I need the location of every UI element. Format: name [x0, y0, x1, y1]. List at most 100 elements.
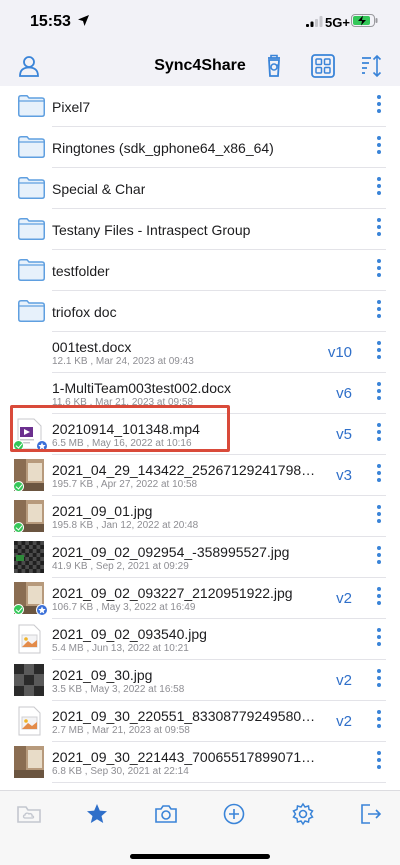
signal-strength-icon [306, 16, 323, 27]
file-meta: 6.8 KB , Sep 30, 2021 at 22:14 [52, 766, 189, 777]
more-options-icon[interactable] [374, 707, 384, 737]
status-time: 15:53 [30, 13, 71, 30]
home-indicator [130, 854, 270, 859]
folder-icon [18, 259, 45, 281]
file-name: 2021_09_30.jpg [52, 667, 153, 683]
camera-icon[interactable] [153, 801, 179, 827]
page-title: Sync4Share [154, 57, 246, 74]
more-options-icon[interactable] [374, 502, 384, 532]
folder-row[interactable]: Pixel7 [0, 86, 400, 127]
file-name: 2021_09_01.jpg [52, 503, 153, 519]
favorite-star-icon [36, 604, 48, 616]
file-row[interactable]: 2021_04_29_143422_2526712924179811... 195… [0, 455, 400, 496]
file-name: 001test.docx [52, 339, 132, 355]
cloud-folder-icon[interactable] [16, 801, 42, 827]
file-name: 1-MultiTeam003test002.docx [52, 380, 231, 396]
folder-icon [18, 177, 45, 199]
highlight-box [10, 405, 230, 452]
location-arrow-icon [78, 15, 89, 26]
more-options-icon[interactable] [374, 338, 384, 368]
recycle-bin-icon[interactable] [260, 52, 288, 80]
file-row[interactable]: 2021_09_30.jpg 3.5 KB , May 3, 2022 at 16… [0, 660, 400, 701]
file-row[interactable]: 001test.docx 12.1 KB , Mar 24, 2023 at 09… [0, 332, 400, 373]
synced-check-icon [13, 604, 24, 615]
folder-icon [18, 300, 45, 322]
file-meta: 5.4 MB , Jun 13, 2022 at 10:21 [52, 643, 189, 654]
more-options-icon[interactable] [374, 174, 384, 204]
row-divider [52, 782, 386, 783]
star-icon[interactable] [84, 801, 110, 827]
folder-row[interactable]: Testany Files - Intraspect Group [0, 209, 400, 250]
more-options-icon[interactable] [374, 748, 384, 778]
logout-icon[interactable] [358, 801, 384, 827]
file-row[interactable]: 2021_09_02_092954_-358995527.jpg 41.9 KB … [0, 537, 400, 578]
file-meta: 106.7 KB , May 3, 2022 at 16:49 [52, 602, 196, 613]
file-name: 2021_09_30_220551_833087792495800... [52, 708, 320, 724]
file-name: 2021_09_30_221443_7006551789907123... [52, 749, 320, 765]
file-name: 2021_09_02_092954_-358995527.jpg [52, 544, 290, 560]
more-options-icon[interactable] [374, 133, 384, 163]
file-meta: 195.8 KB , Jan 12, 2022 at 20:48 [52, 520, 199, 531]
folder-icon [18, 218, 45, 240]
version-link[interactable]: v3 [336, 467, 352, 484]
folder-icon [18, 95, 45, 117]
more-options-icon[interactable] [374, 584, 384, 614]
file-row[interactable]: 2021_09_01.jpg 195.8 KB , Jan 12, 2022 at… [0, 496, 400, 537]
image-thumbnail [14, 664, 44, 696]
more-options-icon[interactable] [374, 297, 384, 327]
more-options-icon[interactable] [374, 215, 384, 245]
file-meta: 2.7 MB , Mar 21, 2023 at 09:58 [52, 725, 190, 736]
file-row[interactable]: 2021_09_02_093540.jpg 5.4 MB , Jun 13, 20… [0, 619, 400, 660]
tab-bar [0, 790, 400, 865]
more-options-icon[interactable] [374, 666, 384, 696]
image-file-icon [18, 624, 41, 654]
network-type: 5G+ [325, 15, 350, 30]
more-options-icon[interactable] [374, 420, 384, 450]
version-link[interactable]: v2 [336, 590, 352, 607]
folder-name: Testany Files - Intraspect Group [52, 222, 251, 238]
folder-row[interactable]: triofox doc [0, 291, 400, 332]
file-meta: 3.5 KB , May 3, 2022 at 16:58 [52, 684, 185, 695]
file-row[interactable]: 2021_09_30_221443_7006551789907123... 6.8… [0, 742, 400, 783]
image-file-icon [18, 706, 41, 736]
version-link[interactable]: v2 [336, 672, 352, 689]
file-row[interactable]: 2021_09_30_220551_833087792495800... 2.7 … [0, 701, 400, 742]
file-meta: 195.7 KB , Apr 27, 2022 at 10:58 [52, 479, 198, 490]
folder-name: Special & Char [52, 181, 146, 197]
file-name: 2021_04_29_143422_2526712924179811... [52, 462, 320, 478]
folder-icon [18, 136, 45, 158]
more-options-icon[interactable] [374, 461, 384, 491]
file-name: 2021_09_02_093540.jpg [52, 626, 207, 642]
grid-view-icon[interactable] [309, 52, 337, 80]
version-link[interactable]: v5 [336, 426, 352, 443]
folder-name: Pixel7 [52, 99, 91, 115]
more-options-icon[interactable] [374, 543, 384, 573]
more-options-icon[interactable] [374, 379, 384, 409]
battery-charging-icon [351, 14, 378, 27]
folder-name: Ringtones (sdk_gphone64_x86_64) [52, 140, 274, 156]
more-options-icon[interactable] [374, 256, 384, 286]
file-row[interactable]: 2021_09_02_093227_2120951922.jpg 106.7 KB… [0, 578, 400, 619]
more-options-icon[interactable] [374, 625, 384, 655]
navigation-bar: Sync4Share [0, 46, 400, 86]
settings-gear-icon[interactable] [290, 801, 316, 827]
image-thumbnail [14, 541, 44, 573]
file-meta: 41.9 KB , Sep 2, 2021 at 09:29 [52, 561, 189, 572]
file-meta: 12.1 KB , Mar 24, 2023 at 09:43 [52, 356, 194, 367]
synced-check-icon [13, 522, 24, 533]
synced-check-icon [13, 481, 24, 492]
file-name: 2021_09_02_093227_2120951922.jpg [52, 585, 293, 601]
version-link[interactable]: v6 [336, 385, 352, 402]
image-thumbnail [14, 746, 44, 778]
add-circle-icon[interactable] [221, 801, 247, 827]
folder-row[interactable]: Ringtones (sdk_gphone64_x86_64) [0, 127, 400, 168]
folder-name: testfolder [52, 263, 110, 279]
folder-name: triofox doc [52, 304, 117, 320]
sort-icon[interactable] [358, 52, 386, 80]
version-link[interactable]: v10 [328, 344, 352, 361]
status-bar: 15:53 5G+ [0, 0, 400, 46]
folder-row[interactable]: Special & Char [0, 168, 400, 209]
folder-row[interactable]: testfolder [0, 250, 400, 291]
more-options-icon[interactable] [374, 92, 384, 122]
version-link[interactable]: v2 [336, 713, 352, 730]
